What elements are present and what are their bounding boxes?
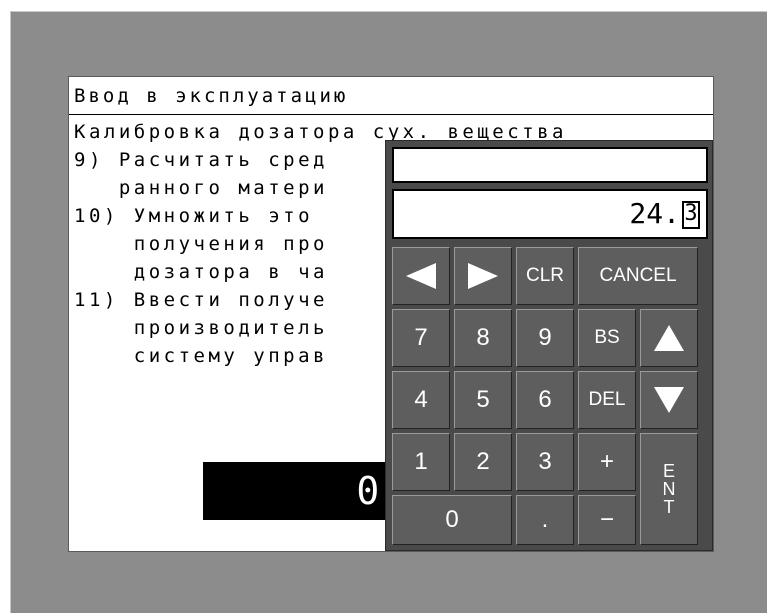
cancel-button[interactable]: CANCEL bbox=[578, 247, 698, 305]
cursor-char: 3 bbox=[682, 201, 700, 229]
key-9[interactable]: 9 bbox=[516, 309, 574, 367]
instruction-line-7: производитель bbox=[74, 317, 328, 339]
down-arrow-button[interactable] bbox=[640, 371, 698, 429]
plus-button[interactable]: + bbox=[578, 433, 636, 491]
enter-label-n: N bbox=[662, 479, 676, 499]
left-arrow-icon bbox=[406, 263, 436, 289]
key-8[interactable]: 8 bbox=[454, 309, 512, 367]
enter-button[interactable]: E N T bbox=[640, 433, 698, 545]
instruction-line-2: ранного матери bbox=[74, 177, 328, 199]
keypad-input-value: 24. bbox=[629, 197, 680, 230]
minus-button[interactable]: − bbox=[578, 495, 636, 545]
enter-label-e: E bbox=[662, 461, 675, 481]
up-arrow-button[interactable] bbox=[640, 309, 698, 367]
decimal-point-button[interactable]: . bbox=[516, 495, 574, 545]
up-arrow-icon bbox=[654, 325, 684, 351]
backspace-button[interactable]: BS bbox=[578, 309, 636, 367]
key-0[interactable]: 0 bbox=[392, 495, 512, 545]
instruction-line-3: 10) Умножить это bbox=[74, 205, 328, 227]
keypad-top-field bbox=[392, 147, 708, 183]
key-3[interactable]: 3 bbox=[516, 433, 574, 491]
numeric-keypad: 24. 3 CLR CANCEL 7 8 9 BS 4 5 6 DEL 1 2 3… bbox=[385, 140, 713, 551]
key-2[interactable]: 2 bbox=[454, 433, 512, 491]
right-arrow-button[interactable] bbox=[454, 247, 512, 305]
delete-button[interactable]: DEL bbox=[578, 371, 636, 429]
enter-label-t: T bbox=[663, 497, 675, 517]
left-arrow-button[interactable] bbox=[392, 247, 450, 305]
keypad-input-field[interactable]: 24. 3 bbox=[392, 189, 708, 239]
clr-button[interactable]: CLR bbox=[516, 247, 574, 305]
page-title: Ввод в эксплуатацию bbox=[69, 77, 713, 115]
key-7[interactable]: 7 bbox=[392, 309, 450, 367]
down-arrow-icon bbox=[654, 387, 684, 413]
instruction-line-6: 11) Ввести получе bbox=[74, 289, 328, 311]
key-5[interactable]: 5 bbox=[454, 371, 512, 429]
instruction-line-4: получения про bbox=[74, 233, 328, 255]
instruction-line-1: 9) Расчитать сред bbox=[74, 149, 328, 171]
key-6[interactable]: 6 bbox=[516, 371, 574, 429]
key-4[interactable]: 4 bbox=[392, 371, 450, 429]
instruction-line-5: дозатора в ча bbox=[74, 261, 328, 283]
right-arrow-icon bbox=[468, 263, 498, 289]
instruction-line-8: систему управ bbox=[74, 345, 328, 367]
key-1[interactable]: 1 bbox=[392, 433, 450, 491]
